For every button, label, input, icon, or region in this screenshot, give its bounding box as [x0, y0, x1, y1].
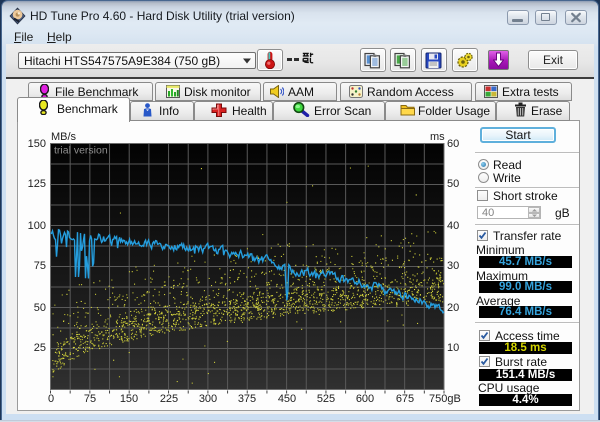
svg-text:trial version: trial version	[54, 145, 108, 157]
